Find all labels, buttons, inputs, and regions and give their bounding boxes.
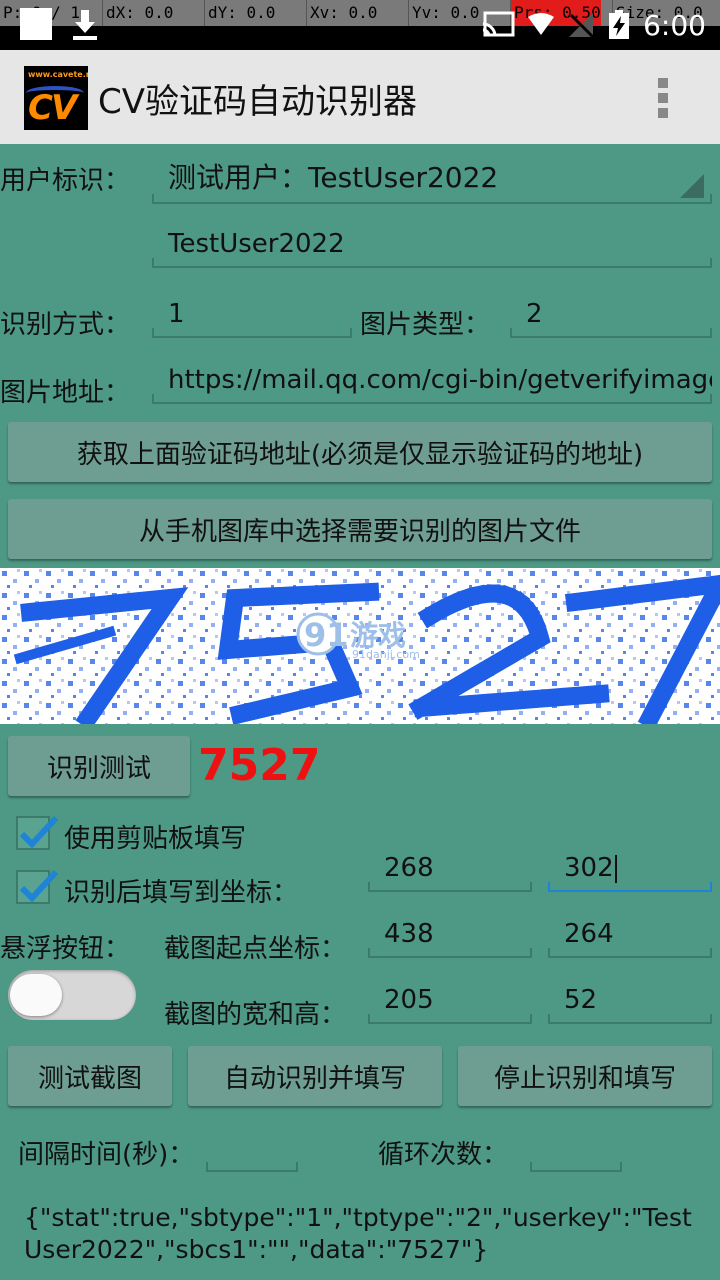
loop-count-label: 循环次数： — [378, 1140, 509, 1170]
capture-height-input[interactable]: 52 — [548, 980, 712, 1024]
download-icon — [73, 10, 97, 40]
method-input[interactable]: 1 — [152, 294, 352, 338]
fill-coords-checkbox[interactable] — [16, 869, 59, 904]
status-bar: P: 0 / 1 dX: 0.0 dY: 0.0 Xv: 0.0 Yv: 0.0… — [0, 0, 720, 50]
user-spinner-value: 测试用户：TestUser2022 — [168, 161, 499, 194]
float-button-label: 悬浮按钮： — [0, 934, 131, 964]
fill-y-value: 302 — [564, 853, 614, 883]
overflow-menu-icon[interactable] — [658, 78, 672, 118]
check-icon — [19, 869, 59, 903]
capture-y-input[interactable]: 264 — [548, 914, 712, 958]
response-json-output: {"stat":true,"sbtype":"1","tptype":"2","… — [24, 1203, 692, 1264]
app-bar: www.cavete.net CV CV验证码自动识别器 — [0, 50, 720, 144]
fill-coords-label: 识别后填写到坐标： — [64, 878, 299, 908]
status-icons: 6:00 — [481, 8, 706, 42]
captcha-image: 91 游戏 91danji.com — [0, 568, 720, 724]
debug-xv: Xv: 0.0 — [306, 0, 377, 26]
captcha-watermark: 91 — [296, 612, 349, 656]
use-clipboard-checkbox[interactable] — [16, 815, 59, 850]
cast-icon — [482, 11, 515, 37]
pick-from-gallery-button[interactable]: 从手机图库中选择需要识别的图片文件 — [8, 499, 712, 559]
fill-y-input[interactable]: 302 — [548, 848, 712, 892]
clock: 6:00 — [643, 8, 706, 42]
auto-recognize-fill-button[interactable]: 自动识别并填写 — [188, 1046, 442, 1106]
logo-site-text: www.cavete.net — [28, 70, 88, 79]
svg-text:91: 91 — [304, 616, 349, 654]
user-label: 用户标识： — [0, 166, 131, 196]
interval-input[interactable] — [206, 1128, 298, 1172]
text-caret — [614, 854, 617, 883]
captcha-watermark-site: 91danji.com — [352, 648, 420, 661]
capture-width-input[interactable]: 205 — [368, 980, 532, 1024]
fill-x-input[interactable]: 268 — [368, 848, 532, 892]
capture-size-label: 截图的宽和高： — [164, 1000, 347, 1030]
battery-charging-icon — [609, 10, 630, 39]
image-type-label: 图片类型： — [360, 310, 491, 340]
capture-x-input[interactable]: 438 — [368, 914, 532, 958]
fetch-captcha-url-button[interactable]: 获取上面验证码地址(必须是仅显示验证码的地址) — [8, 422, 712, 482]
signal-icon — [569, 13, 595, 39]
notification-icon — [20, 8, 52, 40]
debug-yv: Yv: 0.0 — [408, 0, 479, 26]
debug-dy: dY: 0.0 — [204, 0, 275, 26]
logo-cv-text: CV — [28, 88, 77, 128]
interval-label: 间隔时间(秒)： — [18, 1140, 195, 1170]
debug-dx: dX: 0.0 — [102, 0, 173, 26]
capture-start-label: 截图起点坐标： — [164, 934, 347, 964]
spinner-dropdown-icon — [680, 174, 704, 198]
loop-count-input[interactable] — [530, 1128, 622, 1172]
wifi-icon — [528, 13, 555, 35]
test-screenshot-button[interactable]: 测试截图 — [8, 1046, 172, 1106]
method-label: 识别方式： — [0, 310, 131, 340]
stop-recognize-button[interactable]: 停止识别和填写 — [458, 1046, 712, 1106]
check-icon — [19, 815, 59, 849]
recognize-test-button[interactable]: 识别测试 — [8, 736, 190, 796]
switch-thumb[interactable] — [10, 974, 62, 1016]
app-title: CV验证码自动识别器 — [98, 82, 417, 122]
use-clipboard-label: 使用剪贴板填写 — [64, 824, 247, 854]
app-logo: www.cavete.net CV — [24, 66, 88, 130]
image-url-label: 图片地址： — [0, 378, 131, 408]
user-key-input[interactable]: TestUser2022 — [152, 224, 712, 268]
recognition-result: 7527 — [198, 740, 321, 791]
user-spinner[interactable]: 测试用户：TestUser2022 — [152, 158, 712, 204]
image-url-input[interactable]: https://mail.qq.com/cgi-bin/getverifyima… — [152, 360, 712, 404]
image-type-input[interactable]: 2 — [510, 294, 712, 338]
